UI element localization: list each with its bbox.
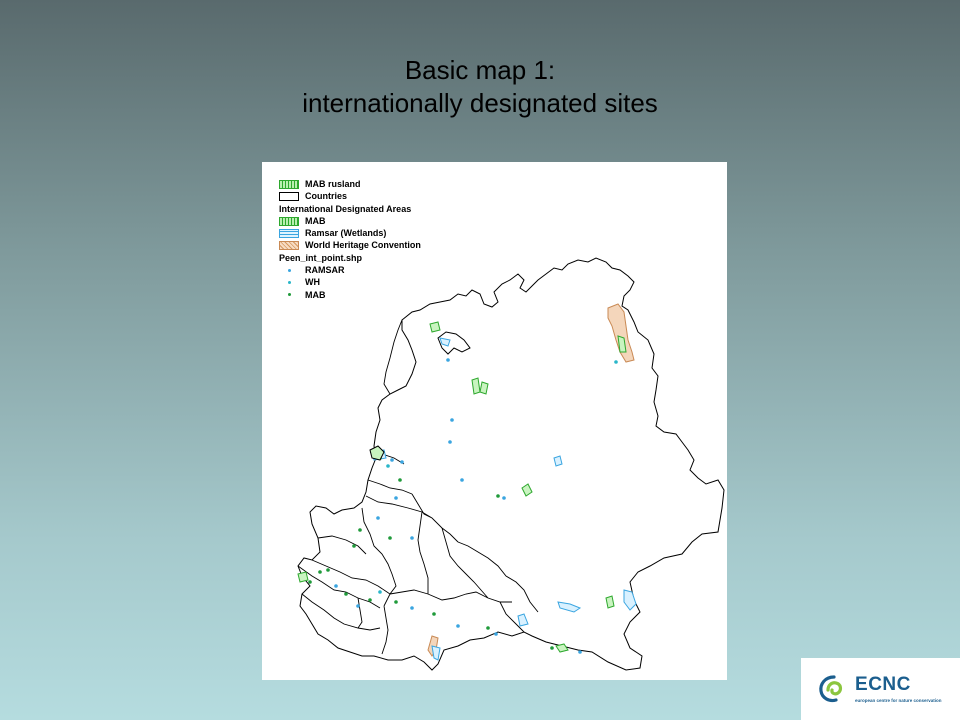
wh-area-ural: [607, 303, 635, 363]
legend-label: World Heritage Convention: [305, 240, 421, 251]
legend-label: Countries: [305, 191, 348, 202]
site-point: [496, 494, 500, 498]
mab-rusland-swatch: [279, 179, 299, 189]
site-point: [614, 360, 618, 364]
site-point: [376, 516, 380, 520]
map-panel: MAB rusland Countries International Desi…: [262, 162, 727, 680]
site-point: [494, 632, 498, 636]
mab-area-7: [605, 595, 615, 609]
ramsar-area-6: [431, 645, 441, 661]
legend-item-countries: Countries: [279, 190, 421, 202]
ecnc-tagline: european centre for nature conservation: [855, 698, 942, 703]
slide-title: Basic map 1: internationally designated …: [0, 54, 960, 120]
mab-areas: [297, 321, 627, 653]
ramsar-area-2: [553, 455, 563, 467]
site-point: [394, 496, 398, 500]
site-point: [390, 458, 394, 462]
ramsar-area-3: [557, 601, 582, 613]
site-point: [334, 584, 338, 588]
mab-area-1: [429, 321, 441, 333]
legend-item-ramsar-point: RAMSAR: [279, 264, 421, 276]
legend-group-points: Peen_int_point.shp: [279, 252, 421, 264]
legend-item-mab-rusland: MAB rusland: [279, 178, 421, 190]
legend-item-mab: MAB: [279, 215, 421, 227]
mab-area-2: [471, 377, 481, 395]
site-point: [446, 358, 450, 362]
site-point: [460, 478, 464, 482]
ramsar-area-4: [517, 613, 529, 627]
mab-area-8: [555, 643, 569, 653]
site-point: [410, 536, 414, 540]
ecnc-logo: ECNC european centre for nature conserva…: [801, 658, 960, 720]
site-point: [394, 600, 398, 604]
site-point: [578, 650, 582, 654]
site-point: [352, 544, 356, 548]
site-point: [400, 460, 404, 464]
legend-item-ramsar: Ramsar (Wetlands): [279, 227, 421, 239]
site-point: [450, 418, 454, 422]
wordmark-rest: CNC: [868, 674, 911, 695]
site-point: [318, 570, 322, 574]
legend-label: MAB rusland: [305, 179, 361, 189]
ramsar-swatch: [279, 228, 299, 238]
world-heritage-swatch: [279, 241, 299, 251]
site-point: [356, 604, 360, 608]
site-point: [326, 568, 330, 572]
site-point: [448, 440, 452, 444]
legend-group-international-areas: International Designated Areas: [279, 203, 421, 215]
site-point: [368, 598, 372, 602]
countries-swatch: [279, 191, 299, 201]
legend-header: Peen_int_point.shp: [279, 252, 363, 263]
site-point: [432, 612, 436, 616]
site-point: [344, 592, 348, 596]
slide-title-line2: internationally designated sites: [302, 88, 658, 118]
map-legend: MAB rusland Countries International Desi…: [279, 178, 421, 301]
country-borders: [297, 319, 539, 655]
mab-point-symbol: [279, 293, 299, 297]
ecnc-logo-icon: [819, 675, 843, 703]
region-outline: [297, 257, 725, 671]
site-point: [486, 626, 490, 630]
site-point: [386, 464, 390, 468]
ecnc-wordmark: ECNC: [855, 674, 911, 696]
legend-item-wh-point: WH: [279, 276, 421, 288]
wh-point-symbol: [279, 281, 299, 285]
legend-label: Ramsar (Wetlands): [305, 228, 387, 239]
site-point: [410, 606, 414, 610]
slide-title-line1: Basic map 1:: [404, 55, 556, 85]
mab-swatch: [279, 216, 299, 226]
mab-area-3: [479, 381, 489, 395]
site-point: [378, 590, 382, 594]
ramsar-point-symbol: [279, 268, 299, 272]
mab-area-5: [521, 483, 533, 497]
mab-area-6: [297, 571, 309, 583]
legend-label: WH: [305, 277, 320, 288]
wordmark-e: E: [855, 674, 869, 695]
legend-header: International Designated Areas: [279, 203, 412, 214]
site-point: [398, 478, 402, 482]
site-point: [456, 624, 460, 628]
legend-item-mab-point: MAB: [279, 289, 421, 301]
site-point: [388, 536, 392, 540]
legend-item-world-heritage: World Heritage Convention: [279, 239, 421, 251]
site-point: [358, 528, 362, 532]
legend-label: MAB: [305, 289, 326, 300]
site-point: [308, 580, 312, 584]
site-point: [550, 646, 554, 650]
ramsar-area-5: [623, 589, 637, 611]
legend-label: RAMSAR: [305, 265, 345, 276]
site-point: [502, 496, 506, 500]
legend-label: MAB: [305, 215, 326, 226]
